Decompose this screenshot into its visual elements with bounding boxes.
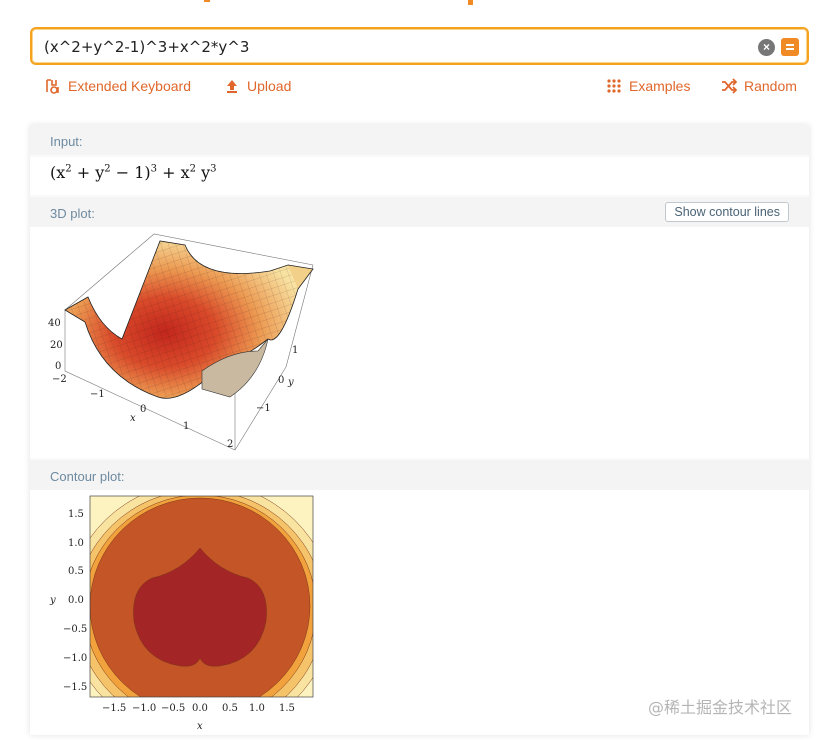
x-tick: 1.5 (279, 703, 295, 714)
y-tick: 1.0 (68, 538, 84, 549)
show-contour-lines-button[interactable]: Show contour lines (665, 202, 789, 222)
x-axis-label: x (130, 413, 136, 424)
input-pod-header: Input: (30, 125, 809, 155)
shuffle-icon (722, 78, 737, 94)
random-label: Random (744, 78, 797, 94)
x-tick: −1.5 (102, 703, 126, 714)
x-tick: 0 (140, 404, 146, 415)
y-tick: 0 (278, 375, 284, 386)
upload-icon (227, 80, 237, 93)
y-axis-label: y (49, 595, 56, 606)
contour-pod-title: Contour plot: (50, 469, 125, 484)
y-tick: 1.5 (68, 509, 84, 520)
plot3d-pod-body: 40 20 0 −2 −1 0 1 2 x 1 0 −1 y (30, 227, 809, 458)
y-tick: −1.5 (63, 682, 87, 693)
y-tick: 1 (292, 345, 298, 356)
y-tick: −1.0 (63, 653, 87, 664)
x-tick: 0.0 (192, 703, 208, 714)
x-tick: 1.0 (249, 703, 265, 714)
y-axis-label: y (287, 377, 294, 388)
search-query[interactable]: (x^2+y^2-1)^3+x^2*y^3 (44, 38, 249, 56)
search-input[interactable]: (x^2+y^2-1)^3+x^2*y^3 × (30, 27, 809, 65)
extended-keyboard-label: Extended Keyboard (68, 78, 191, 94)
upload-button[interactable]: Upload (224, 78, 291, 94)
contour-pod-header: Contour plot: (30, 460, 809, 490)
extended-keyboard-button[interactable]: Extended Keyboard (45, 78, 191, 94)
keyboard-icon (46, 79, 59, 94)
x-tick: −1 (90, 389, 105, 400)
compute-icon[interactable] (781, 38, 799, 56)
upload-label: Upload (247, 78, 292, 94)
x-axis-label: x (197, 721, 203, 732)
examples-button[interactable]: Examples (606, 78, 690, 94)
x-tick: −0.5 (161, 703, 185, 714)
input-formula: (x2 + y2 − 1)3 + x2 y3 (50, 163, 217, 182)
clear-icon[interactable]: × (758, 39, 775, 56)
top-decoration (0, 0, 825, 6)
y-tick: 0.0 (68, 595, 84, 606)
x-tick: −1.0 (132, 703, 156, 714)
x-tick: 0.5 (222, 703, 238, 714)
contour-plot[interactable]: 1.5 1.0 0.5 0.0 −0.5 −1.0 −1.5 y −1.5 −1… (30, 490, 330, 735)
x-tick: 1 (183, 421, 189, 432)
results-panel: Input: (x2 + y2 − 1)3 + x2 y3 3D plot: S… (30, 125, 809, 735)
y-tick: −1 (256, 403, 271, 414)
z-tick: 20 (50, 340, 63, 351)
surface-plot-3d[interactable]: 40 20 0 −2 −1 0 1 2 x 1 0 −1 y (30, 227, 330, 458)
input-pod-body: (x2 + y2 − 1)3 + x2 y3 (30, 157, 809, 195)
x-tick: −2 (52, 374, 67, 385)
z-tick: 0 (55, 361, 61, 372)
input-pod-title: Input: (50, 134, 83, 149)
watermark: @稀土掘金技术社区 (648, 698, 793, 717)
y-tick: −0.5 (63, 624, 87, 635)
y-tick: 0.5 (68, 566, 84, 577)
grid-dots-icon (607, 79, 621, 93)
toolbar: Extended Keyboard Upload Examples Random (0, 78, 825, 98)
z-tick: 40 (48, 318, 61, 329)
random-button[interactable]: Random (721, 78, 797, 94)
examples-label: Examples (629, 78, 691, 94)
x-tick: 2 (227, 439, 233, 450)
plot3d-pod-title: 3D plot: (50, 206, 95, 221)
